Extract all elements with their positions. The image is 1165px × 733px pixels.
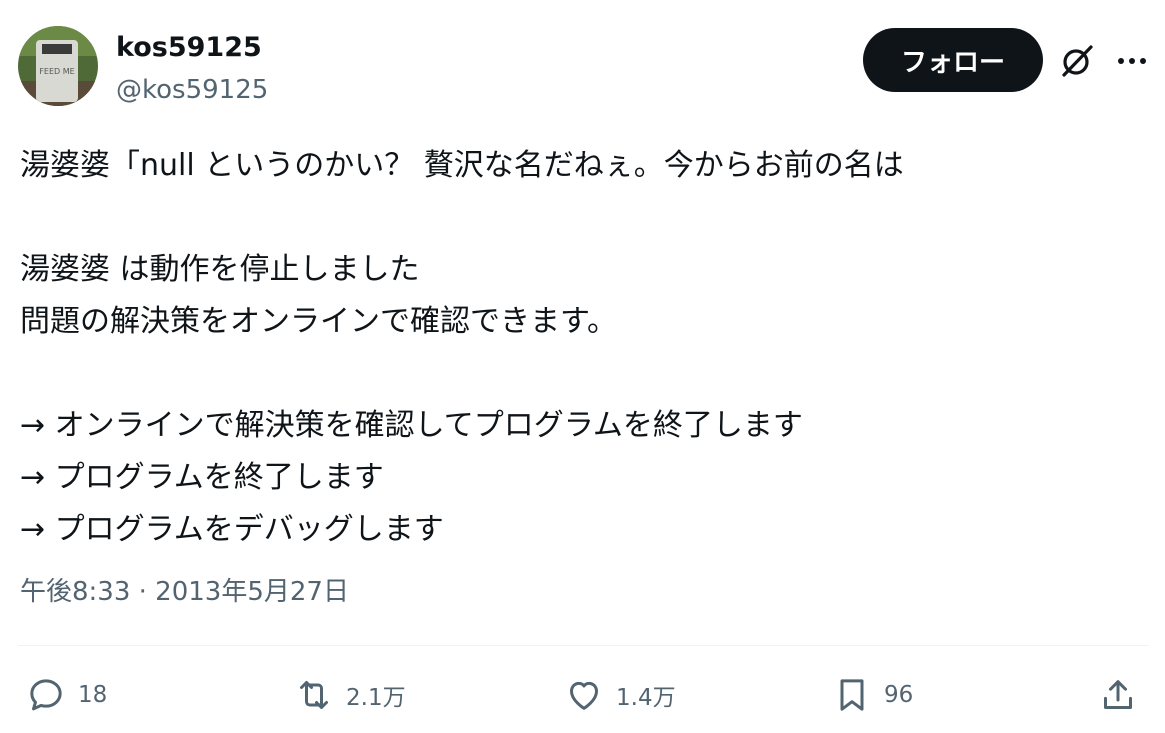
more-icon[interactable]	[1112, 42, 1152, 80]
tweet-line: → プログラムをデバッグします	[20, 512, 444, 547]
tweet-line: → プログラムを終了します	[20, 460, 384, 495]
reply-icon	[30, 679, 62, 711]
retweet-button[interactable]: 2.1万	[294, 672, 406, 718]
svg-text:FEED ME: FEED ME	[39, 67, 74, 76]
tweet-line: 湯婆婆 は動作を停止しました	[20, 252, 420, 287]
tweet-line: → オンラインで解決策を確認してプログラムを終了します	[20, 408, 803, 443]
reply-count: 18	[78, 682, 108, 708]
bookmark-icon	[840, 679, 864, 711]
tweet-timestamp[interactable]: 午後8:33 · 2013年5月27日	[20, 572, 349, 612]
bookmark-count: 96	[884, 682, 914, 708]
share-icon	[1104, 680, 1132, 709]
like-button[interactable]: 1.4万	[564, 672, 676, 718]
tweet-line: 湯婆婆「null というのかい？ 贅沢な名だねぇ。今からお前の名は	[20, 148, 904, 183]
retweet-count: 2.1万	[346, 685, 406, 711]
bookmark-button[interactable]: 96	[832, 672, 913, 718]
tweet-text: 湯婆婆「null というのかい？ 贅沢な名だねぇ。今からお前の名は 湯婆婆 は動…	[20, 140, 1140, 556]
share-button[interactable]	[1098, 672, 1138, 718]
retweet-icon	[300, 681, 328, 709]
avatar-image: FEED ME	[18, 26, 98, 106]
like-count: 1.4万	[616, 685, 676, 711]
tweet-line: 問題の解決策をオンラインで確認できます。	[20, 304, 617, 339]
user-handle[interactable]: @kos59125	[116, 72, 268, 108]
grok-icon[interactable]	[1058, 42, 1096, 80]
avatar[interactable]: FEED ME	[18, 26, 98, 106]
like-icon	[570, 681, 598, 710]
divider	[18, 645, 1149, 646]
follow-button[interactable]: フォロー	[863, 28, 1043, 92]
reply-button[interactable]: 18	[26, 672, 107, 718]
display-name[interactable]: kos59125	[116, 30, 262, 66]
